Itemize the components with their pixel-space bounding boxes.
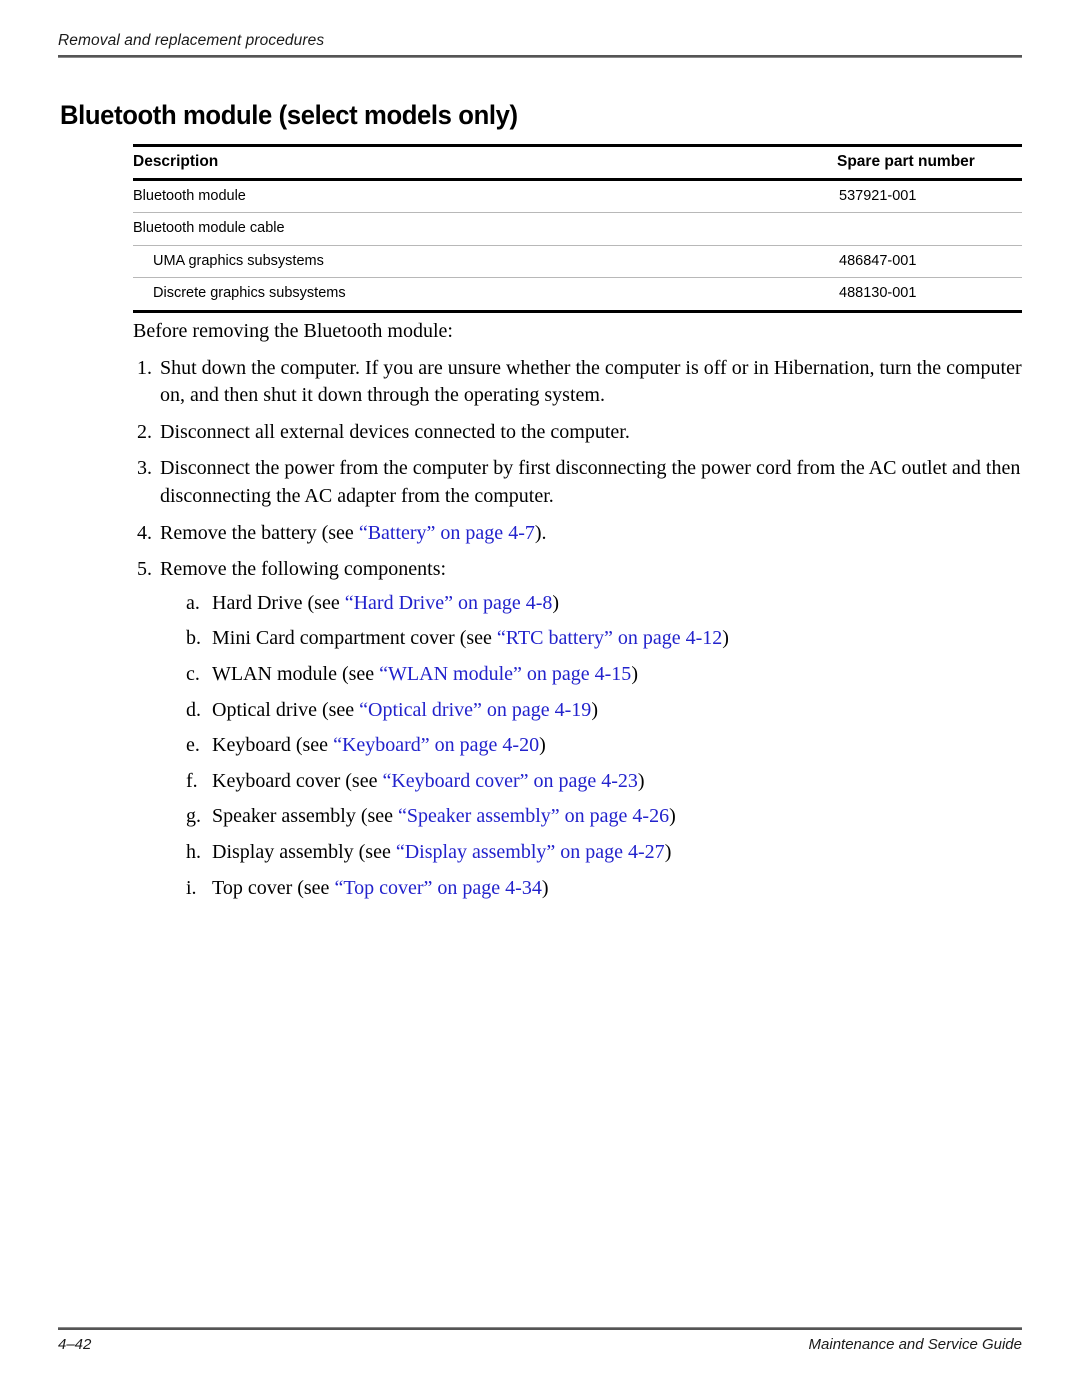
list-marker: 3. [137,457,152,480]
list-item-text-suffix: ) [539,734,546,757]
table-header-row: Description Spare part number [133,144,1022,181]
list-marker: 4. [137,521,152,544]
lead-paragraph: Before removing the Bluetooth module: [133,320,453,342]
list-item: e. Keyboard (see “Keyboard” on page 4-20… [160,732,1022,760]
list-item-text-prefix: Top cover (see [212,876,335,899]
list-marker: g. [186,805,201,828]
cross-reference-link-battery[interactable]: “Battery” on page 4-7 [359,522,535,544]
list-item: h. Display assembly (see “Display assemb… [160,839,1022,867]
list-item: i. Top cover (see “Top cover” on page 4-… [160,875,1022,903]
list-item-text-suffix: ) [664,840,672,863]
table-body: Bluetooth module 537921-001 Bluetooth mo… [133,179,1022,313]
body-content: Before removing the Bluetooth module: 1.… [133,318,1022,911]
list-item: 2. Disconnect all external devices conne… [133,419,1022,447]
list-marker: e. [186,734,200,757]
cross-reference-link-keyboard[interactable]: “Keyboard” on page 4-20 [333,734,539,756]
table-row: Discrete graphics subsystems 488130-001 [133,277,1022,313]
parts-table: Description Spare part number Bluetooth … [133,144,1022,313]
list-item: d. Optical drive (see “Optical drive” on… [160,697,1022,725]
list-item: c. WLAN module (see “WLAN module” on pag… [160,661,1022,689]
spare-parts-table: Description Spare part number Bluetooth … [133,144,1022,313]
list-marker: 5. [137,558,152,581]
cell-description: Bluetooth module [133,179,837,214]
column-header-description: Description [133,144,837,181]
list-item: g. Speaker assembly (see “Speaker assemb… [160,803,1022,831]
table-header: Description Spare part number [133,144,1022,181]
cross-reference-link-wlan-module[interactable]: “WLAN module” on page 4-15 [379,663,631,685]
page-title: Bluetooth module (select models only) [60,100,518,131]
list-item-text-suffix: ). [534,521,547,544]
page-footer: 4–42 Maintenance and Service Guide [58,1327,1022,1353]
table-row: Bluetooth module cable [133,212,1022,246]
list-item-text-prefix: Hard Drive (see [212,591,345,614]
subcomponents-list: a. Hard Drive (see “Hard Drive” on page … [160,590,1022,902]
list-item-text: Disconnect the power from the computer b… [160,457,1021,507]
running-header-text: Removal and replacement procedures [58,32,325,49]
removal-steps-list: 1. Shut down the computer. If you are un… [133,355,1022,903]
list-item-text-prefix: Keyboard (see [212,734,334,757]
list-marker: 2. [137,420,152,443]
list-marker: d. [186,698,201,721]
cell-part-number: 488130-001 [837,277,1022,313]
list-item-text-suffix: ) [722,627,729,650]
cell-description: UMA graphics subsystems [133,245,837,279]
table-row: UMA graphics subsystems 486847-001 [133,245,1022,279]
footer-rule [58,1327,1022,1330]
table-row: Bluetooth module 537921-001 [133,179,1022,214]
cross-reference-link-top-cover[interactable]: “Top cover” on page 4-34 [334,877,541,899]
cross-reference-link-rtc-battery[interactable]: “RTC battery” on page 4-12 [497,627,722,649]
list-item-text-prefix: WLAN module (see [212,662,380,685]
list-item: b. Mini Card compartment cover (see “RTC… [160,625,1022,653]
list-item-text: Remove the following components: [160,558,447,581]
list-marker: a. [186,591,200,614]
list-item-text: Disconnect all external devices connecte… [160,420,630,443]
running-header-rule [58,55,1022,58]
list-item-text-prefix: Display assembly (see [212,840,396,863]
cross-reference-link-optical-drive[interactable]: “Optical drive” on page 4-19 [359,699,591,721]
list-item-text-suffix: ) [541,876,549,899]
list-marker: c. [186,662,200,685]
cell-part-number: 537921-001 [837,179,1022,214]
cell-description: Discrete graphics subsystems [133,277,837,313]
list-item-text-prefix: Keyboard cover (see [212,769,383,792]
cell-part-number: 486847-001 [837,245,1022,279]
running-header: Removal and replacement procedures [58,32,1022,58]
list-item: f. Keyboard cover (see “Keyboard cover” … [160,768,1022,796]
list-item-text-prefix: Mini Card compartment cover (see [212,627,497,650]
cross-reference-link-keyboard-cover[interactable]: “Keyboard cover” on page 4-23 [382,770,637,792]
column-header-spare-part-number: Spare part number [837,144,1022,181]
list-item-text-suffix: ) [669,805,676,828]
list-item: 3. Disconnect the power from the compute… [133,455,1022,510]
list-item-text: Shut down the computer. If you are unsur… [160,356,1022,407]
list-item-text-suffix: ) [591,698,598,721]
list-item: 4. Remove the battery (see “Battery” on … [133,520,1022,548]
list-item-text-prefix: Optical drive (see [212,698,360,721]
list-marker: b. [186,627,201,650]
list-item-text-suffix: ) [637,769,645,792]
footer-page-number: 4–42 [58,1336,92,1353]
list-item-text-suffix: ) [631,662,638,685]
list-marker: 1. [137,356,152,379]
list-item: 5. Remove the following components: a. H… [133,556,1022,902]
list-item: a. Hard Drive (see “Hard Drive” on page … [160,590,1022,618]
list-item: 1. Shut down the computer. If you are un… [133,355,1022,410]
list-marker: i. [186,876,197,899]
list-item-text-prefix: Speaker assembly (see [212,805,399,828]
list-item-text-suffix: ) [552,591,560,614]
cell-description: Bluetooth module cable [133,212,837,246]
list-item-text-prefix: Remove the battery (see [160,521,359,544]
footer-guide-title: Maintenance and Service Guide [808,1336,1022,1353]
list-marker: f. [186,769,198,792]
cell-part-number [837,212,1022,246]
cross-reference-link-hard-drive[interactable]: “Hard Drive” on page 4-8 [345,592,553,614]
cross-reference-link-display-assembly[interactable]: “Display assembly” on page 4-27 [396,841,665,863]
footer-row: 4–42 Maintenance and Service Guide [58,1336,1022,1353]
cross-reference-link-speaker-assembly[interactable]: “Speaker assembly” on page 4-26 [398,805,669,827]
list-marker: h. [186,840,201,863]
